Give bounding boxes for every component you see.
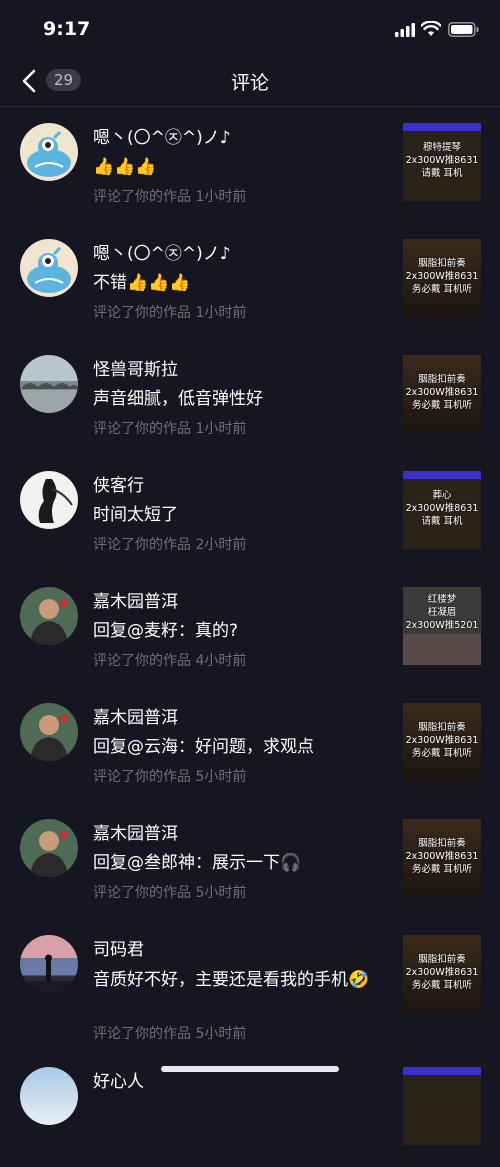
avatar[interactable] (20, 239, 78, 297)
comment-text: 时间太短了 (93, 505, 178, 525)
comment-text: 声音细腻，低音弹性好 (93, 389, 263, 409)
comment-text: 回复@云海：好问题，求观点 (93, 737, 314, 757)
comment-text: 回复@叁郎神：展示一下🎧 (93, 853, 302, 873)
user-name[interactable]: 怪兽哥斯拉 (93, 355, 178, 380)
comment-meta: 评论了你的作品 4小时前 (93, 653, 247, 669)
thumbnail-banner (403, 471, 481, 479)
comment-item[interactable]: 司码君 音质好不好，主要还是看我的手机🤣 评论了你的作品 5小时前 胭脂扣前奏 … (0, 919, 500, 1051)
thumbnail-caption: 红楼梦 枉凝眉 2x300W推5201 (405, 594, 479, 631)
user-name[interactable]: 嗯丶(〇^㉨^)ノ♪ (93, 239, 231, 264)
man-photo-icon (30, 715, 68, 761)
comment-meta: 评论了你的作品 2小时前 (93, 537, 247, 553)
video-thumbnail[interactable]: 胭脂扣前奏 2x300W推8631 务必戴 耳机听 (403, 703, 481, 781)
video-thumbnail[interactable]: 葬心 2x300W推8631 请戴 耳机 (403, 471, 481, 549)
avatar[interactable] (20, 355, 78, 413)
comment-meta: 评论了你的作品 1小时前 (93, 305, 247, 321)
thumbnail-banner (403, 1067, 481, 1075)
thumbnail-caption: 胭脂扣前奏 2x300W推8631 务必戴 耳机听 (405, 258, 479, 295)
comment-meta: 评论了你的作品 1小时前 (93, 421, 247, 437)
video-thumbnail[interactable]: 胭脂扣前奏 2x300W推8631 务必戴 耳机听 (403, 819, 481, 897)
cellular-signal-icon (395, 23, 415, 37)
thumbnail-caption: 穆特提琴 2x300W推8631 请戴 耳机 (405, 142, 479, 179)
home-indicator[interactable] (161, 1066, 339, 1072)
comment-item[interactable]: 嘉木园普洱 回复@麦籽：真的? 评论了你的作品 4小时前 红楼梦 枉凝眉 2x3… (0, 571, 500, 687)
avatar[interactable] (20, 587, 78, 645)
silhouette-photo-icon (20, 954, 78, 993)
comment-item[interactable]: 侠客行 时间太短了 评论了你的作品 2小时前 葬心 2x300W推8631 请戴… (0, 455, 500, 571)
avatar[interactable] (20, 935, 78, 993)
video-thumbnail[interactable]: 胭脂扣前奏 2x300W推8631 务必戴 耳机听 (403, 239, 481, 317)
comment-text: 回复@麦籽：真的? (93, 621, 239, 641)
man-photo-icon (30, 831, 68, 877)
battery-icon (448, 22, 479, 37)
nav-bar: 29 评论 (0, 58, 500, 107)
comment-item[interactable]: 嘉木园普洱 回复@叁郎神：展示一下🎧 评论了你的作品 5小时前 胭脂扣前奏 2x… (0, 803, 500, 919)
comment-meta: 评论了你的作品 5小时前 (93, 885, 247, 901)
avatar[interactable] (20, 703, 78, 761)
video-thumbnail[interactable]: 胭脂扣前奏 2x300W推8631 务必戴 耳机听 (403, 935, 481, 1013)
thumbnail-banner (403, 123, 481, 131)
video-thumbnail[interactable] (403, 1067, 481, 1145)
user-name[interactable]: 嗯丶(〇^㉨^)ノ♪ (93, 123, 231, 148)
comment-meta: 评论了你的作品 5小时前 (93, 1026, 247, 1042)
user-name[interactable]: 嘉木园普洱 (93, 587, 178, 612)
blue-monster-icon (27, 130, 71, 177)
user-name[interactable]: 侠客行 (93, 471, 144, 496)
avatar[interactable] (20, 123, 78, 181)
video-thumbnail[interactable]: 红楼梦 枉凝眉 2x300W推5201 (403, 587, 481, 665)
avatar[interactable] (20, 471, 78, 529)
status-bar: 9:17 (0, 0, 500, 58)
user-name[interactable]: 嘉木园普洱 (93, 703, 178, 728)
avatar[interactable] (20, 1067, 78, 1125)
comment-meta: 评论了你的作品 5小时前 (93, 769, 247, 785)
comment-meta: 评论了你的作品 1小时前 (93, 189, 247, 205)
status-time: 9:17 (43, 18, 91, 40)
man-photo-icon (30, 599, 68, 645)
comment-list: 嗯丶(〇^㉨^)ノ♪ 👍👍👍 评论了你的作品 1小时前 穆特提琴 2x300W推… (0, 107, 500, 1167)
comment-item[interactable]: 嘉木园普洱 回复@云海：好问题，求观点 评论了你的作品 5小时前 胭脂扣前奏 2… (0, 687, 500, 803)
user-name[interactable]: 嘉木园普洱 (93, 819, 178, 844)
thumbnail-caption: 胭脂扣前奏 2x300W推8631 务必戴 耳机听 (405, 722, 479, 759)
comment-item[interactable]: 嗯丶(〇^㉨^)ノ♪ 不错👍👍👍 评论了你的作品 1小时前 胭脂扣前奏 2x30… (0, 223, 500, 339)
comment-text: 👍👍👍 (93, 157, 157, 177)
video-thumbnail[interactable]: 穆特提琴 2x300W推8631 请戴 耳机 (403, 123, 481, 201)
comment-item[interactable]: 嗯丶(〇^㉨^)ノ♪ 👍👍👍 评论了你的作品 1小时前 穆特提琴 2x300W推… (0, 107, 500, 223)
comment-text: 不错👍👍👍 (93, 273, 191, 293)
user-name[interactable]: 司码君 (93, 935, 144, 960)
thumbnail-caption: 胭脂扣前奏 2x300W推8631 务必戴 耳机听 (405, 838, 479, 875)
wifi-icon (421, 21, 441, 36)
comment-item[interactable]: 怪兽哥斯拉 声音细腻，低音弹性好 评论了你的作品 1小时前 胭脂扣前奏 2x30… (0, 339, 500, 455)
video-thumbnail[interactable]: 胭脂扣前奏 2x300W推8631 务必戴 耳机听 (403, 355, 481, 433)
user-name[interactable]: 好心人 (93, 1067, 144, 1092)
thumbnail-caption: 葬心 2x300W推8631 请戴 耳机 (405, 490, 479, 527)
thumbnail-caption: 胭脂扣前奏 2x300W推8631 务必戴 耳机听 (405, 374, 479, 411)
bridge-image-icon (22, 383, 78, 389)
ink-swordsman-icon (38, 479, 73, 523)
blue-monster-icon (27, 246, 71, 293)
avatar[interactable] (20, 819, 78, 877)
thumbnail-caption: 胭脂扣前奏 2x300W推8631 务必戴 耳机听 (405, 954, 479, 991)
page-title: 评论 (230, 72, 269, 94)
comment-text: 音质好不好，主要还是看我的手机🤣 (93, 970, 370, 990)
